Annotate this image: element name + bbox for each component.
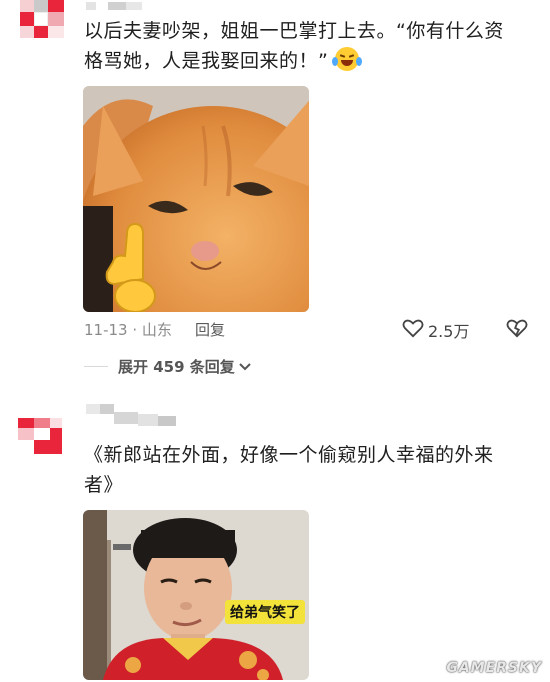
comment-line: 《新郎站在外面，好像一个偷窥别人幸福的外来 — [84, 444, 494, 466]
comment-line: 格骂她，人是我娶回来的！” — [84, 50, 329, 72]
expand-replies-button[interactable]: 展开 459 条回复 — [118, 356, 251, 377]
avatar[interactable] — [20, 0, 66, 40]
broken-heart-icon — [506, 319, 528, 342]
expand-divider — [84, 366, 108, 367]
groom-image — [83, 510, 309, 680]
chevron-down-icon — [239, 358, 251, 376]
comment-line-wrap: 格骂她，人是我娶回来的！” — [84, 46, 504, 76]
avatar[interactable] — [18, 418, 66, 460]
like-count: 2.5万 — [428, 322, 470, 341]
username-blurred — [86, 404, 186, 430]
comment-text: 《新郎站在外面，好像一个偷窥别人幸福的外来 者》 — [84, 440, 494, 500]
expand-replies-label: 展开 459 条回复 — [118, 358, 235, 376]
comment-text: 以后夫妻吵架，姐姐一巴掌打上去。“你有什么资 格骂她，人是我娶回来的！” — [84, 16, 504, 76]
username-blurred — [86, 2, 146, 10]
groom-photo[interactable]: 给弟气笑了 — [83, 510, 309, 680]
crying-laughing-emoji-icon — [331, 47, 362, 71]
cat-photo[interactable] — [83, 86, 309, 312]
like-button[interactable]: 2.5万 — [402, 318, 469, 342]
watermark: GAMERSKY — [446, 660, 542, 676]
comment-date-location: 11-13 · 山东 — [84, 321, 172, 339]
cat-image — [83, 86, 309, 312]
photo-caption: 给弟气笑了 — [225, 600, 305, 624]
dislike-button[interactable] — [506, 318, 528, 342]
heart-icon — [402, 318, 424, 342]
reply-button[interactable]: 回复 — [195, 319, 225, 340]
comment-line: 者》 — [84, 474, 124, 496]
comment-line: 以后夫妻吵架，姐姐一巴掌打上去。“你有什么资 — [84, 20, 504, 42]
